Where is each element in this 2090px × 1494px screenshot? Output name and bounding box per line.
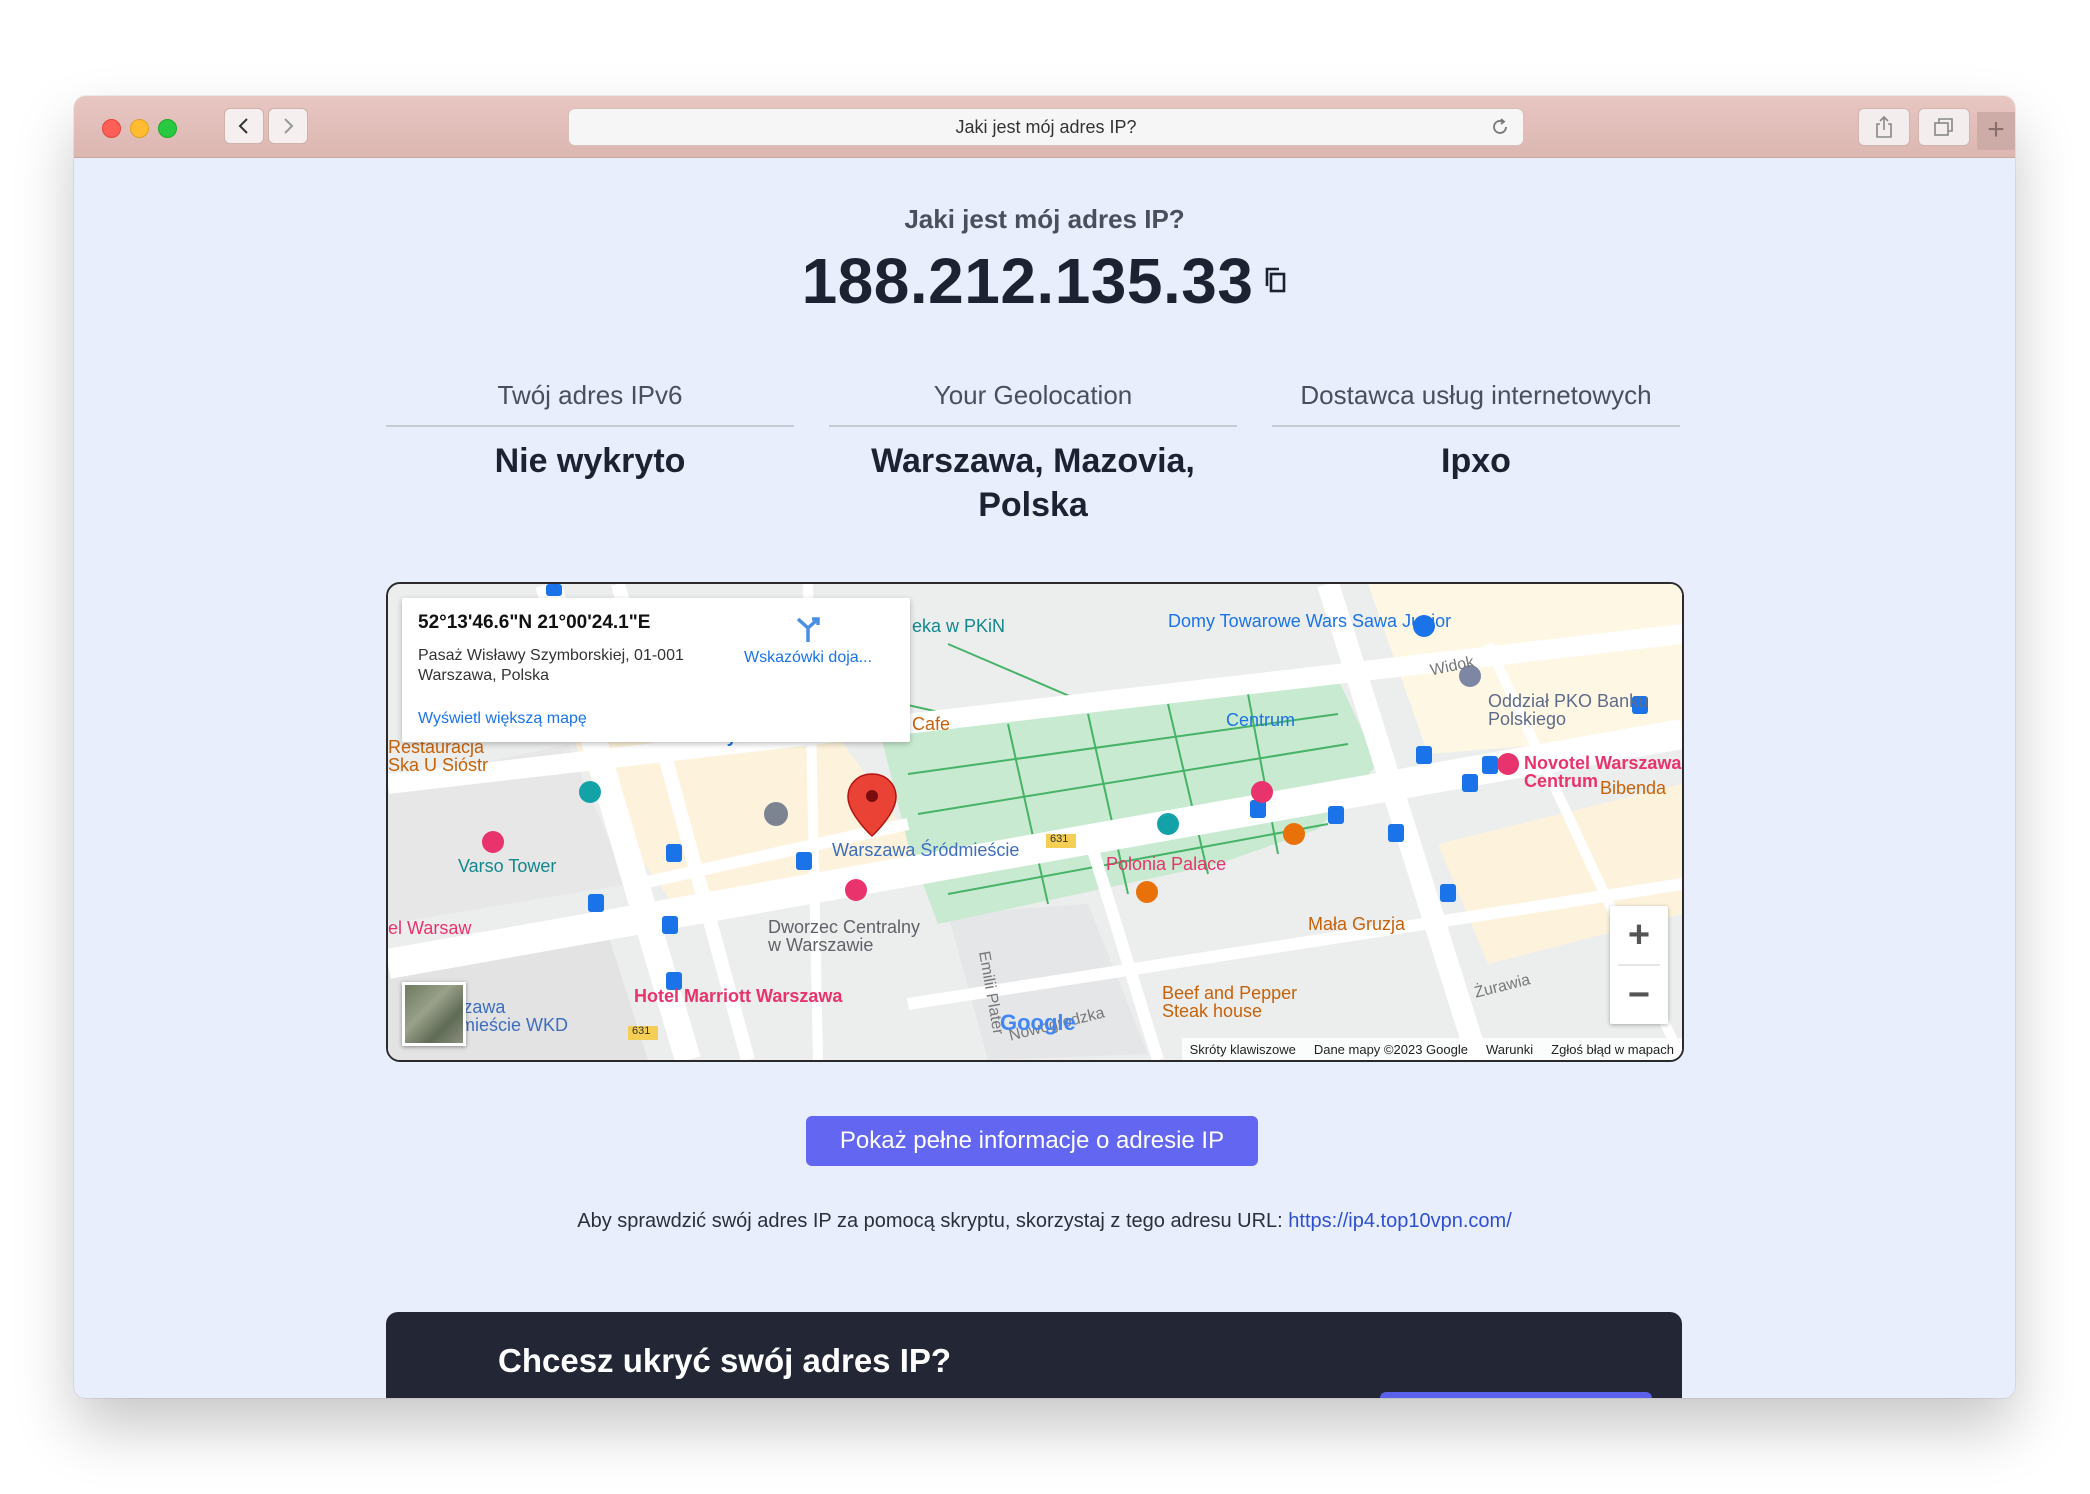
close-window-button[interactable] [102,119,121,138]
zoom-in-button[interactable]: + [1610,906,1668,964]
map-place-mala-gruzja[interactable]: Mała Gruzja [1308,914,1405,935]
map-attribution: Skróty klawiszowe Dane mapy ©2023 Google… [1181,1038,1682,1060]
map-place-warszawa-srodmiescie[interactable]: Warszawa Śródmieście [832,840,1019,861]
share-button[interactable] [1858,108,1910,146]
map-place-restauracja[interactable]: Restauracja Ska U Sióstr [388,738,508,774]
larger-map-link[interactable]: Wyświetl większą mapę [418,710,587,728]
hide-ip-banner: Chcesz ukryć swój adres IP? [386,1312,1682,1398]
ipv6-column: Twój adres IPv6 Nie wykryto [386,380,794,483]
map-data-credit: Dane mapy ©2023 Google [1313,1041,1468,1057]
geolocation-column: Your Geolocation Warszawa, Mazovia, Pols… [829,380,1237,527]
new-tab-button[interactable]: + [1977,112,2015,150]
map-address-line1: Pasaż Wisławy Szymborskiej, 01-001 [418,647,684,664]
zoom-out-button[interactable]: − [1610,966,1668,1024]
script-info: Aby sprawdzić swój adres IP za pomocą sk… [74,1210,2015,1233]
map-place-marriott[interactable]: Hotel Marriott Warszawa [634,986,842,1007]
map-coordinates: 52°13'46.6"N 21°00'24.1"E [418,612,651,633]
map-place-pko[interactable]: Oddział PKO Banku Polskiego [1488,692,1658,728]
back-button[interactable] [224,108,264,144]
ip-address: 188.212.135.33 [801,245,1254,317]
tabs-overview-button[interactable] [1918,108,1970,146]
satellite-toggle[interactable] [402,982,466,1046]
browser-titlebar: Jaki jest mój adres IP? + [74,96,2015,158]
share-icon [1876,115,1892,138]
road-shield-631: 631 [1050,833,1069,845]
directions-icon [796,617,820,642]
map-place-pkin[interactable]: eka w PKiN [912,616,1005,637]
map-info-box: 52°13'46.6"N 21°00'24.1"E Pasaż Wisławy … [402,598,910,742]
ipv6-value: Nie wykryto [494,442,686,480]
map-place-el-warsaw[interactable]: el Warsaw [388,918,471,939]
map-place-dworzec-centralny[interactable]: Dworzec Centralny w Warszawie [768,918,938,954]
map-place-varso-tower[interactable]: Varso Tower [458,856,556,877]
ip-address-row: 188.212.135.33 [74,244,2015,318]
map-place-cafe[interactable]: Cafe [912,714,950,735]
geolocation-label: Your Geolocation [829,380,1237,427]
banner-title: Chcesz ukryć swój adres IP? [498,1342,952,1379]
banner-button[interactable] [1380,1392,1652,1398]
directions-label: Wskazówki doja... [743,649,873,666]
map-zoom-controls: + − [1610,906,1668,1024]
keyboard-shortcuts-link[interactable]: Skróty klawiszowe [1190,1042,1296,1057]
tabs-icon [1934,118,1953,136]
chevron-left-icon [238,118,248,134]
map-place-polonia-palace[interactable]: Polonia Palace [1106,854,1226,875]
map-place-centrum[interactable]: Centrum [1226,710,1295,731]
minimize-window-button[interactable] [130,119,149,138]
map-place-beef-and-pepper[interactable]: Beef and Pepper Steak house [1162,984,1322,1020]
geolocation-value: Warszawa, Mazovia, Polska [871,442,1195,524]
map-place-domy-towarowe[interactable]: Domy Towarowe Wars Sawa Junior [1168,612,1451,630]
map-address: Pasaż Wisławy Szymborskiej, 01-001 Warsz… [418,646,718,686]
copy-icon[interactable] [1263,266,1287,294]
road-shield-631-b: 631 [632,1025,651,1037]
chevron-right-icon [284,118,294,134]
map-address-line2: Warszawa, Polska [418,667,549,684]
forward-button[interactable] [268,108,308,144]
maximize-window-button[interactable] [158,119,177,138]
address-bar[interactable]: Jaki jest mój adres IP? [568,108,1524,146]
report-error-link[interactable]: Zgłoś błąd w mapach [1551,1042,1674,1057]
page-content: Jaki jest mój adres IP? 188.212.135.33 T… [74,158,2015,1398]
isp-label: Dostawca usług internetowych [1272,380,1680,427]
ipv6-label: Twój adres IPv6 [386,380,794,427]
terms-link[interactable]: Warunki [1486,1042,1533,1057]
script-info-text: Aby sprawdzić swój adres IP za pomocą sk… [577,1210,1283,1232]
google-logo: Google [1000,1010,1076,1035]
isp-value: Ipxo [1441,442,1511,480]
directions-link[interactable]: Wskazówki doja... [728,614,888,667]
browser-window: Jaki jest mój adres IP? + Jaki jest mój … [74,96,2015,1398]
script-url-link[interactable]: https://ip4.top10vpn.com/ [1288,1210,1511,1232]
reload-icon[interactable] [1489,116,1511,138]
map[interactable]: Domy Towarowe Wars Sawa Junior Oddział P… [386,582,1684,1062]
isp-column: Dostawca usług internetowych Ipxo [1272,380,1680,483]
address-bar-title: Jaki jest mój adres IP? [955,116,1137,137]
map-place-bibenda[interactable]: Bibenda [1600,778,1666,799]
page-question: Jaki jest mój adres IP? [904,204,1185,234]
show-full-ip-info-button[interactable]: Pokaż pełne informacje o adresie IP [806,1116,1258,1166]
